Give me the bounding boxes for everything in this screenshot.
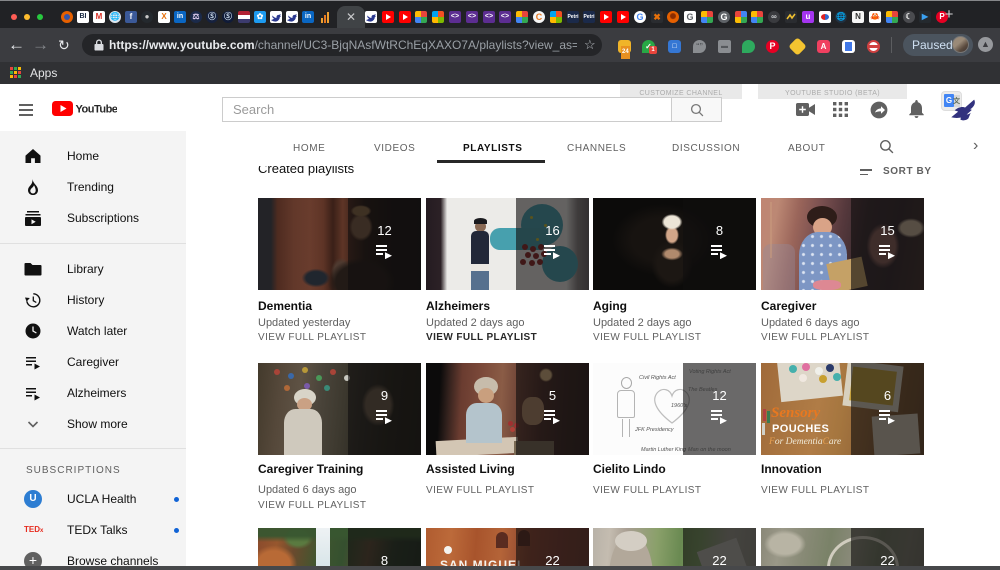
svg-text:YouTube: YouTube: [76, 104, 118, 116]
